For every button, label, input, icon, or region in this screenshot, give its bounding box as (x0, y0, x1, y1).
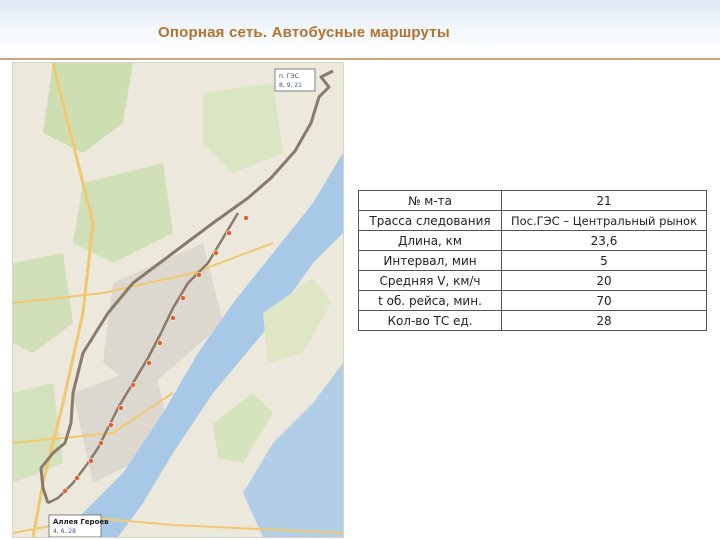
end-terminal-name: Аллея Героев (53, 518, 109, 526)
table-row: t об. рейса, мин. 70 (358, 290, 707, 311)
stop-marker[interactable] (118, 405, 124, 411)
row-label: Интервал, мин (358, 250, 502, 271)
stop-marker[interactable] (88, 458, 94, 464)
stop-marker[interactable] (243, 215, 249, 221)
end-terminal-routes: 4, 6, 28 (53, 528, 76, 535)
stop-marker[interactable] (213, 250, 219, 256)
table-row: Интервал, мин 5 (358, 250, 707, 271)
table-row: Трасса следования Пос.ГЭС – Центральный р… (358, 210, 707, 231)
row-value: Пос.ГЭС – Центральный рынок (501, 210, 707, 231)
row-label: Трасса следования (358, 210, 502, 231)
stop-marker[interactable] (226, 230, 232, 236)
row-value: 70 (501, 290, 707, 311)
stop-marker[interactable] (98, 440, 104, 446)
map-canvas: п. ГЭС 8, 9, 21 Аллея Героев 4, 6, 28 (13, 63, 343, 537)
stop-marker[interactable] (146, 360, 152, 366)
row-label: № м-та (358, 190, 502, 211)
table-row: Кол-во ТС ед. 28 (358, 310, 707, 331)
stop-marker[interactable] (180, 295, 186, 301)
table-row: Длина, км 23,6 (358, 230, 707, 251)
row-value: 21 (501, 190, 707, 211)
stop-marker[interactable] (157, 340, 163, 346)
stop-marker[interactable] (170, 315, 176, 321)
stop-marker[interactable] (108, 422, 114, 428)
row-value: 23,6 (501, 230, 707, 251)
row-value: 5 (501, 250, 707, 271)
row-label: Длина, км (358, 230, 502, 251)
header-divider (0, 58, 720, 60)
row-value: 28 (501, 310, 707, 331)
page-title: Опорная сеть. Автобусные маршруты (158, 24, 450, 41)
stop-marker[interactable] (130, 382, 136, 388)
stop-marker[interactable] (196, 272, 202, 278)
start-terminal-name: п. ГЭС (279, 73, 299, 80)
table-row: Средняя V, км/ч 20 (358, 270, 707, 291)
row-value: 20 (501, 270, 707, 291)
start-terminal-routes: 8, 9, 21 (279, 82, 302, 89)
stop-marker[interactable] (62, 488, 68, 494)
route-map[interactable]: п. ГЭС 8, 9, 21 Аллея Героев 4, 6, 28 (12, 62, 344, 538)
row-label: t об. рейса, мин. (358, 290, 502, 311)
table-row: № м-та 21 (358, 190, 707, 211)
row-label: Средняя V, км/ч (358, 270, 502, 291)
stop-marker[interactable] (74, 475, 80, 481)
route-info-table: № м-та 21 Трасса следования Пос.ГЭС – Центр… (358, 190, 707, 331)
row-label: Кол-во ТС ед. (358, 310, 502, 331)
